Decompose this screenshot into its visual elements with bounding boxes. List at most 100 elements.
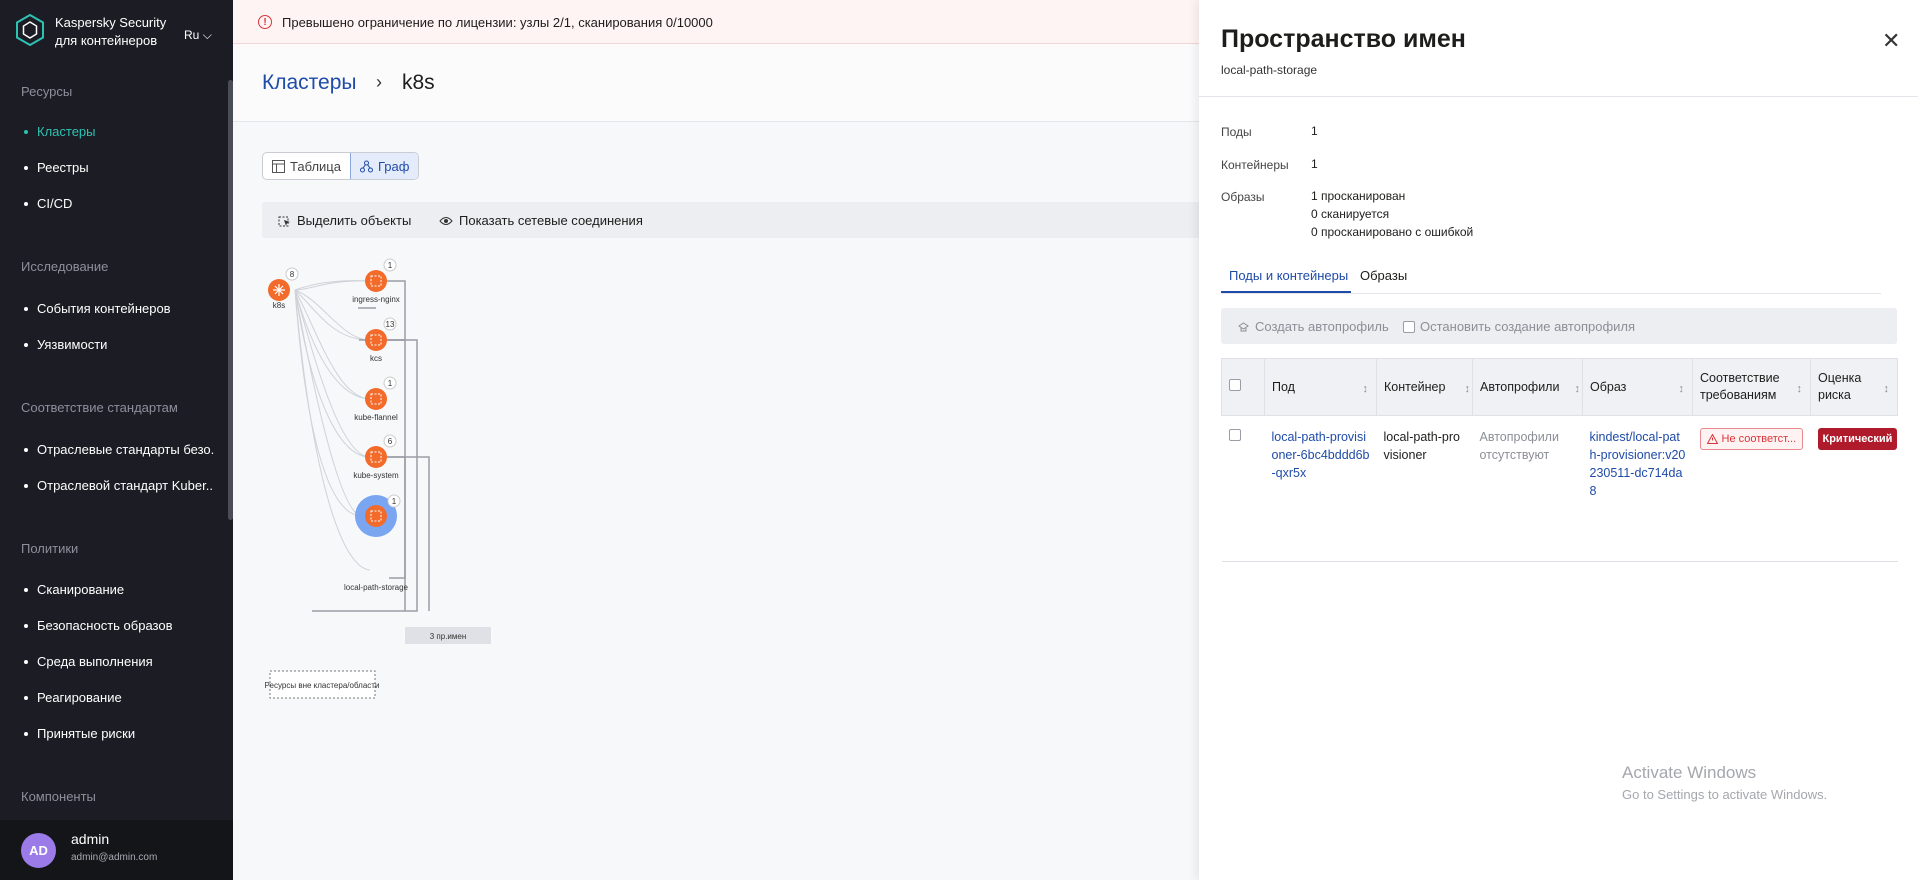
breadcrumb-separator-icon: ›: [376, 72, 382, 92]
sort-icon[interactable]: ↕: [1363, 381, 1369, 398]
node-label: k8s: [273, 301, 285, 310]
sidebar-section-components: Компоненты: [21, 789, 96, 804]
column-header-risk[interactable]: Оценка риска ↕: [1810, 358, 1898, 416]
node-label: local-path-storage: [344, 583, 409, 592]
tab-pods-containers[interactable]: Поды и контейнеры: [1229, 268, 1348, 283]
stop-autoprofile-button[interactable]: Остановить создание автопрофиля: [1403, 319, 1635, 334]
sort-icon[interactable]: ↕: [1797, 381, 1803, 398]
tab-images[interactable]: Образы: [1360, 268, 1407, 283]
column-header-pod[interactable]: Под ↕: [1264, 358, 1377, 416]
sidebar-item-response[interactable]: Реагирование: [24, 690, 214, 705]
table-header: Под ↕ Контейнер ↕ Автопрофили ↕ Образ ↕ Соот…: [1221, 358, 1898, 416]
sidebar-item-cicd[interactable]: CI/CD: [24, 196, 214, 211]
avatar[interactable]: AD: [21, 833, 56, 868]
node-count: 1: [392, 497, 397, 506]
prop-value-images: 1 просканирован 0 сканируется 0 проскани…: [1311, 189, 1474, 239]
autoprofiles-status: Автопрофили отсутствуют: [1472, 415, 1583, 562]
sidebar-section-investigation: Исследование: [21, 259, 109, 274]
stop-icon: [1403, 320, 1415, 333]
graph-more-namespaces[interactable]: 3 пр.имен: [405, 627, 491, 644]
graph-icon: [359, 160, 373, 172]
divider: [1199, 96, 1918, 97]
page-title: k8s: [402, 71, 435, 94]
node-count: 6: [388, 437, 393, 446]
row-checkbox[interactable]: [1221, 415, 1265, 562]
column-header-autoprofiles[interactable]: Автопрофили ↕: [1472, 358, 1583, 416]
sidebar-item-registries[interactable]: Реестры: [24, 160, 214, 175]
compliance-badge[interactable]: Не соответст...: [1699, 428, 1804, 450]
risk-badge: Критический: [1817, 428, 1898, 450]
node-count: 1: [388, 261, 393, 270]
windows-watermark-text: Go to Settings to activate Windows.: [1622, 787, 1828, 802]
image-link[interactable]: kindest/local-path-provisioner:v20230511…: [1582, 415, 1693, 562]
node-label: kcs: [370, 354, 382, 363]
view-table-button[interactable]: Таблица: [263, 153, 350, 179]
node-count: 13: [386, 320, 395, 329]
user-name: admin: [71, 831, 110, 847]
prop-value-pods: 1: [1311, 124, 1318, 138]
prop-value-containers: 1: [1311, 157, 1318, 171]
sidebar-item-clusters[interactable]: Кластеры: [24, 124, 214, 139]
column-header-compliance[interactable]: Соответствие требованиям ↕: [1692, 358, 1811, 416]
namespace-node-icon: [365, 270, 387, 292]
kaspersky-logo-icon[interactable]: [14, 14, 46, 46]
view-graph-button[interactable]: Граф: [349, 153, 419, 179]
view-switch: Таблица Граф: [262, 152, 420, 180]
sidebar-section-compliance: Соответствие стандартам: [21, 400, 178, 415]
sidebar-item-container-events[interactable]: События контейнеров: [24, 301, 214, 316]
sidebar-item-industry-standards[interactable]: Отраслевые стандарты безо...: [24, 442, 214, 457]
column-header-image[interactable]: Образ ↕: [1582, 358, 1693, 416]
risk-cell: Критический: [1810, 415, 1898, 562]
show-network-button[interactable]: Показать сетевые соединения: [439, 213, 643, 228]
prop-label-pods: Поды: [1221, 125, 1252, 139]
graph-node-k8s[interactable]: 8 k8s: [268, 267, 299, 310]
eye-icon: [439, 216, 453, 225]
prop-label-images: Образы: [1221, 190, 1265, 204]
sort-icon[interactable]: ↕: [1884, 381, 1890, 398]
graph-node-kube-flannel[interactable]: 1 kube-flannel: [354, 376, 398, 422]
namespace-node-icon: [365, 505, 387, 527]
sort-icon[interactable]: ↕: [1679, 381, 1685, 398]
select-objects-button[interactable]: Выделить объекты: [278, 213, 411, 228]
sidebar-item-kubernetes-standard[interactable]: Отраслевой стандарт Kuber...: [24, 478, 214, 493]
windows-watermark-title: Activate Windows: [1622, 763, 1757, 782]
select-all-checkbox[interactable]: [1221, 358, 1265, 416]
language-switch[interactable]: Ru ⌵: [184, 28, 212, 43]
create-autoprofile-button[interactable]: Создать автопрофиль: [1237, 319, 1389, 334]
pod-link[interactable]: local-path-provisioner-6bc4bddd6b-qxr5x: [1264, 415, 1377, 562]
breadcrumb-clusters[interactable]: Кластеры: [262, 71, 357, 95]
sidebar-item-vulnerabilities[interactable]: Уязвимости: [24, 337, 214, 352]
sort-icon[interactable]: ↕: [1575, 381, 1581, 398]
namespace-node-icon: [365, 388, 387, 410]
sidebar-scrollbar[interactable]: [228, 80, 233, 520]
node-label: ingress-nginx: [352, 295, 400, 304]
sidebar-section-resources: Ресурсы: [21, 84, 73, 99]
sidebar-section-policies: Политики: [21, 541, 79, 556]
panel-title: Пространство имен: [1221, 25, 1466, 53]
column-header-container[interactable]: Контейнер ↕: [1376, 358, 1473, 416]
sort-icon[interactable]: ↕: [1465, 381, 1471, 398]
user-email: admin@admin.com: [71, 852, 158, 863]
autoprofile-icon: [1238, 321, 1249, 331]
compliance-cell: Не соответст...: [1692, 415, 1811, 562]
active-tab-indicator: [1221, 291, 1351, 293]
graph-external-resources[interactable]: Ресурсы вне кластера/области: [265, 670, 380, 699]
sidebar-item-accepted-risks[interactable]: Принятые риски: [24, 726, 214, 741]
node-label: kube-flannel: [354, 413, 398, 422]
node-count: 8: [290, 270, 295, 279]
cluster-graph[interactable]: 8 k8s 1 ingress-nginx 13 kcs 1 kube-flan…: [262, 250, 532, 710]
svg-text:Ресурсы вне кластера/области: Ресурсы вне кластера/области: [265, 681, 380, 690]
container-name: local-path-provisioner: [1376, 415, 1473, 562]
select-icon: [278, 216, 290, 227]
table-row[interactable]: local-path-provisioner-6bc4bddd6b-qxr5x …: [1221, 415, 1898, 562]
chevron-down-icon: ⌵: [202, 28, 212, 42]
sidebar-item-scanning[interactable]: Сканирование: [24, 582, 214, 597]
close-icon[interactable]: ✕: [1882, 28, 1900, 54]
prop-label-containers: Контейнеры: [1221, 158, 1289, 172]
warning-icon: [1706, 434, 1718, 444]
sidebar-item-runtime[interactable]: Среда выполнения: [24, 654, 214, 669]
namespace-node-icon: [365, 329, 387, 351]
panel-subtitle: local-path-storage: [1221, 63, 1318, 77]
node-label: kube-system: [353, 471, 399, 480]
sidebar-item-image-security[interactable]: Безопасность образов: [24, 618, 214, 633]
